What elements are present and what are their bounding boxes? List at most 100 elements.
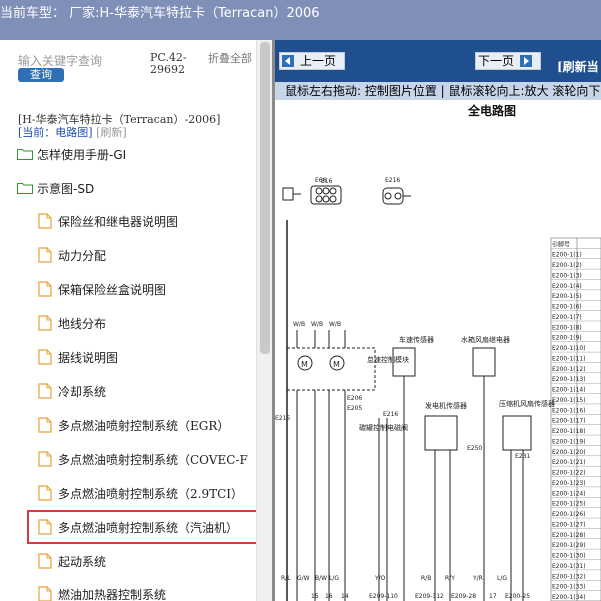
table-row-label: E200-1(3) — [552, 272, 582, 279]
connector-label: E216 — [385, 177, 400, 184]
arrow-right-icon — [520, 55, 533, 67]
connector-label: E231 — [515, 453, 530, 460]
tree-folder-label: 示意图-SD — [37, 181, 95, 196]
table-row-label: E200-1(30) — [552, 553, 586, 560]
tree-item[interactable]: 保箱保险丝盒说明图 — [38, 278, 166, 300]
left-panel: 查询 PC.42-29692 折叠全部 [H-华泰汽车特拉卡（Terracan）… — [0, 40, 272, 601]
wire-label: W/B — [329, 321, 341, 328]
document-icon — [38, 553, 52, 569]
table-row-label: E200-1(27) — [552, 521, 586, 528]
diagram-title: 全电路图 — [468, 104, 517, 118]
tree-item-label: 据线说明图 — [58, 350, 119, 365]
tree-folder-manual[interactable]: 怎样使用手册-GI — [17, 144, 126, 164]
tree-item[interactable]: 多点燃油喷射控制系统（COVEC-F — [38, 448, 248, 470]
pin-number: E200-25 — [505, 593, 530, 600]
current-breadcrumb: [当前：电路图] [刷新] — [18, 124, 127, 140]
table-row-label: E200-1(13) — [552, 376, 586, 383]
current-label: [当前：电路图] — [18, 126, 93, 139]
collapse-all-link[interactable]: 折叠全部 — [208, 52, 252, 65]
wire-label: W/B — [293, 321, 305, 328]
table-row-label: E200-1(31) — [552, 563, 586, 570]
pin-number: 15 — [311, 593, 319, 600]
component-label: 压缩机风扇传感器 — [499, 399, 555, 408]
document-icon — [38, 213, 52, 229]
document-icon — [38, 417, 52, 433]
table-row-label: E200-1(17) — [552, 418, 586, 425]
table-row-label: E200-1(12) — [552, 366, 586, 373]
document-icon — [38, 281, 52, 297]
selection-highlight — [27, 510, 262, 544]
diagram-canvas[interactable]: M M 引脚号 E200-1(1) E200-1(2) E200-1(3) E2… — [275, 100, 601, 601]
connector-label: E215 — [275, 415, 290, 422]
prev-page-label: 上一页 — [300, 54, 337, 68]
table-row-label: E200-1(2) — [552, 262, 582, 269]
folder-open-icon — [17, 183, 33, 194]
table-row-label: E200-1(14) — [552, 387, 586, 394]
table-row-label: E200-1(10) — [552, 345, 586, 352]
table-row-label: E200-1(6) — [552, 304, 582, 311]
pin-number: E209-28 — [451, 593, 476, 600]
document-icon — [38, 315, 52, 331]
table-row-label: E200-1(9) — [552, 335, 582, 342]
tree-item[interactable]: 多点燃油喷射控制系统（EGR） — [38, 414, 229, 436]
left-scrollbar[interactable] — [256, 40, 272, 601]
tree-item-label: 多点燃油喷射控制系统（COVEC-F — [58, 452, 248, 467]
table-row-label: E200-1(24) — [552, 490, 586, 497]
tree-item-label: 保险丝和继电器说明图 — [58, 214, 179, 229]
viewer-toolbar: 上一页 下一页 [刷新当 — [275, 40, 601, 82]
component-label: 发电机传感器 — [425, 401, 467, 410]
wiring-diagram: M M 引脚号E200-1(1)E200-1(2)E200-1(3)E200-1… — [275, 177, 601, 601]
tree-item-label: 多点燃油喷射控制系统（2.9TCI） — [58, 486, 244, 501]
table-row-label: E200-1(5) — [552, 293, 582, 300]
refresh-link[interactable]: [刷新] — [96, 126, 127, 139]
pin-number: 14 — [341, 593, 349, 600]
wire-label: L/G — [497, 575, 507, 582]
wire-label: W/B — [311, 321, 323, 328]
tree-item[interactable]: 保险丝和继电器说明图 — [38, 210, 178, 232]
pin-number: 17 — [489, 593, 497, 600]
tree-item-label: 多点燃油喷射控制系统（EGR） — [58, 418, 230, 433]
document-icon — [38, 383, 52, 399]
next-page-button[interactable]: 下一页 — [475, 52, 541, 70]
pin-number: E209-312 — [415, 593, 444, 600]
arrow-left-icon — [282, 55, 294, 67]
connector-label: E206 — [347, 395, 362, 402]
wire-label: R/L — [281, 575, 291, 582]
table-row-label: E200-1(22) — [552, 470, 586, 477]
table-row-label: E200-1(29) — [552, 542, 586, 549]
tree-item[interactable]: 冷却系统 — [38, 380, 106, 402]
table-row-label: E200-1(25) — [552, 501, 586, 508]
connector-label: E250 — [467, 445, 482, 452]
wire-label: R/Y — [445, 575, 455, 582]
scrollbar-thumb[interactable] — [260, 42, 270, 354]
connector-label: E216 — [383, 411, 398, 418]
tree-item[interactable]: 多点燃油喷射控制系统（2.9TCI） — [38, 482, 243, 504]
tree-item[interactable]: 燃油加热器控制系统 — [38, 583, 166, 601]
tree-item[interactable]: 地线分布 — [38, 312, 106, 334]
tree-item[interactable]: 起动系统 — [38, 550, 106, 572]
tree-item-label: 地线分布 — [58, 316, 107, 331]
tree-item-label: 冷却系统 — [58, 384, 107, 399]
document-icon — [38, 485, 52, 501]
prev-page-button[interactable]: 上一页 — [279, 52, 345, 70]
refresh-link[interactable]: [刷新当 — [557, 58, 599, 75]
connector-label: E205 — [347, 405, 362, 412]
pin-number: 16 — [325, 593, 333, 600]
next-page-label: 下一页 — [478, 54, 515, 68]
tree-item-label: 起动系统 — [58, 554, 107, 569]
search-button[interactable]: 查询 — [18, 68, 64, 82]
table-row-label: E200-1(28) — [552, 532, 586, 539]
tree-folder-schematic[interactable]: 示意图-SD — [17, 178, 94, 198]
table-row-label: E200-1(19) — [552, 438, 586, 445]
table-row-label: E200-1(16) — [552, 407, 586, 414]
pin-number: E209-110 — [369, 593, 398, 600]
tree-item-label: 燃油加热器控制系统 — [58, 587, 167, 601]
diagram-viewer: 上一页 下一页 [刷新当 鼠标左右拖动: 控制图片位置 | 鼠标滚轮向上:放大 … — [272, 40, 601, 601]
document-icon — [38, 349, 52, 365]
table-row-label: E200-1(4) — [552, 283, 582, 290]
tree-item-label: 保箱保险丝盒说明图 — [58, 282, 167, 297]
table-row-label: E200-1(1) — [552, 252, 582, 259]
tree-item[interactable]: 动力分配 — [38, 244, 106, 266]
wire-label: R/B — [421, 575, 431, 582]
tree-item[interactable]: 据线说明图 — [38, 346, 118, 368]
